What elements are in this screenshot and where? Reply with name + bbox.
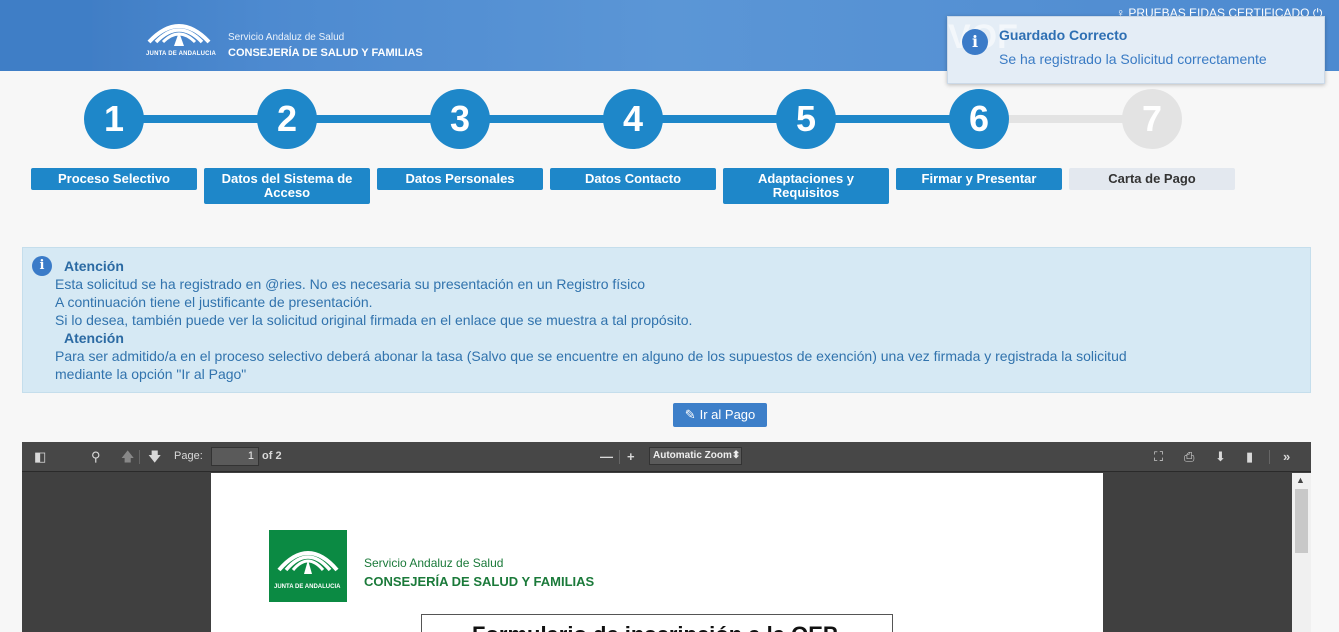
step-6-label[interactable]: Firmar y Presentar <box>896 168 1062 190</box>
step-1-label[interactable]: Proceso Selectivo <box>31 168 197 190</box>
org-ministry-name: CONSEJERÍA DE SALUD Y FAMILIAS <box>228 47 423 59</box>
step-4-label[interactable]: Datos Contacto <box>550 168 716 190</box>
notice-line: Esta solicitud se ha registrado en @ries… <box>55 276 646 292</box>
step-5-circle[interactable]: 5 <box>776 89 836 149</box>
step-7-label: Carta de Pago <box>1069 168 1235 190</box>
pdf-toolbar: ◧ ⚲ 🡅 🡇 Page: 1 of 2 — + Automatic Zoom⬍… <box>22 442 1311 472</box>
zoom-in-icon[interactable]: + <box>627 449 635 465</box>
step-4-circle[interactable]: 4 <box>603 89 663 149</box>
step-3-label[interactable]: Datos Personales <box>377 168 543 190</box>
print-icon[interactable]: ⎙ <box>1184 449 1194 465</box>
header-shade <box>0 0 92 71</box>
scroll-up-icon[interactable]: ▲ <box>1296 475 1305 485</box>
page-number-input[interactable]: 1 <box>211 447 259 466</box>
sidebar-toggle-icon[interactable]: ◧ <box>34 449 46 465</box>
pencil-icon: ✎ <box>684 407 696 422</box>
toolbar-separator <box>1269 450 1270 464</box>
download-icon[interactable]: ⬇ <box>1215 449 1226 465</box>
tools-menu-icon[interactable]: » <box>1283 449 1290 465</box>
pdf-logo-caption: JUNTA DE ANDALUCIA <box>274 584 341 590</box>
go-to-payment-label: Ir al Pago <box>699 407 756 422</box>
success-toast[interactable]: VOF i Guardado Correcto Se ha registrado… <box>947 16 1325 84</box>
toolbar-separator <box>139 450 140 464</box>
page-label: Page: <box>174 450 203 462</box>
bookmark-icon[interactable]: ▮ <box>1246 449 1253 465</box>
notice-title: Atención <box>64 258 124 274</box>
step-6-circle[interactable]: 6 <box>949 89 1009 149</box>
pdf-title: Formulario de inscripción a la OEP <box>472 622 838 632</box>
pdf-title-box: Formulario de inscripción a la OEP <box>421 614 893 632</box>
notice-line: Si lo desea, también puede ver la solici… <box>55 312 693 328</box>
toast-message: Se ha registrado la Solicitud correctame… <box>999 51 1267 67</box>
zoom-out-icon[interactable]: — <box>600 449 613 465</box>
notice-title: Atención <box>64 330 124 346</box>
pdf-page: JUNTA DE ANDALUCIA Servicio Andaluz de S… <box>211 473 1103 632</box>
step-7-circle: 7 <box>1122 89 1182 149</box>
select-arrow-icon: ⬍ <box>731 450 741 461</box>
page-total: of 2 <box>262 450 282 462</box>
presentation-mode-icon[interactable]: ⛶ <box>1154 449 1163 465</box>
next-page-icon[interactable]: 🡇 <box>148 449 161 465</box>
previous-page-icon[interactable]: 🡅 <box>121 449 134 465</box>
step-3-circle[interactable]: 3 <box>430 89 490 149</box>
search-icon[interactable]: ⚲ <box>91 449 101 465</box>
step-2-label[interactable]: Datos del Sistema de Acceso <box>204 168 370 204</box>
scrollbar-thumb[interactable] <box>1295 489 1308 553</box>
pdf-viewer[interactable]: ◧ ⚲ 🡅 🡇 Page: 1 of 2 — + Automatic Zoom⬍… <box>22 442 1311 632</box>
info-icon: i <box>962 29 988 55</box>
notice-line: Para ser admitido/a en el proceso select… <box>55 348 1127 364</box>
pdf-service-name: Servicio Andaluz de Salud <box>364 556 504 570</box>
attention-notice: i Atención Esta solicitud se ha registra… <box>22 247 1311 393</box>
step-5-label[interactable]: Adaptaciones y Requisitos <box>723 168 889 204</box>
notice-line: A continuación tiene el justificante de … <box>55 294 373 310</box>
junta-logo <box>269 530 347 602</box>
pdf-ministry-name: CONSEJERÍA DE SALUD Y FAMILIAS <box>364 574 595 589</box>
step-2-circle[interactable]: 2 <box>257 89 317 149</box>
go-to-payment-button[interactable]: ✎ Ir al Pago <box>673 403 767 427</box>
zoom-select[interactable]: Automatic Zoom⬍ <box>649 447 742 465</box>
toast-title: Guardado Correcto <box>999 27 1128 43</box>
toolbar-separator <box>619 450 620 464</box>
logo-caption: JUNTA DE ANDALUCIA <box>146 51 217 57</box>
info-icon: i <box>32 256 52 276</box>
org-service-name: Servicio Andaluz de Salud <box>228 32 345 43</box>
notice-line: mediante la opción "Ir al Pago" <box>55 366 247 382</box>
zoom-value: Automatic Zoom <box>653 450 732 461</box>
step-1-circle[interactable]: 1 <box>84 89 144 149</box>
